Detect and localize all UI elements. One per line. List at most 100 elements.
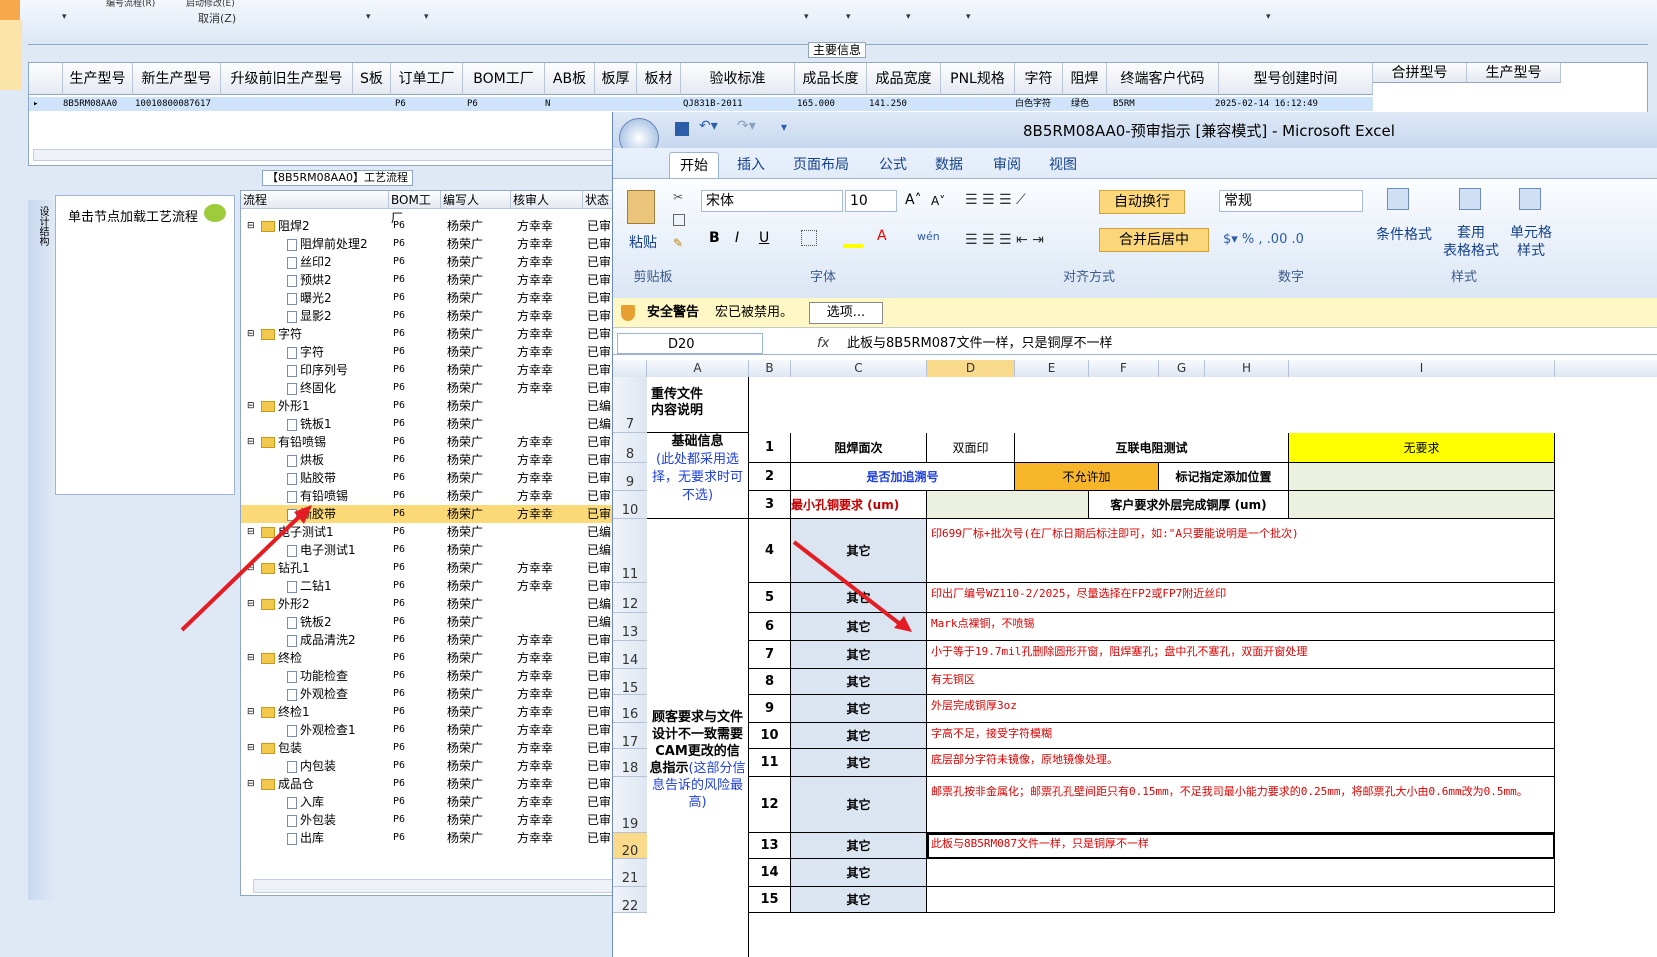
- row-header[interactable]: 12: [613, 583, 647, 613]
- col-header[interactable]: 成品长度: [795, 63, 867, 95]
- tab-insert[interactable]: 插入: [727, 152, 775, 178]
- tree-row[interactable]: 包装 P6 杨荣广 方幸幸 已审 ⊟: [241, 739, 619, 757]
- tree-header-bom[interactable]: BOM工厂: [389, 191, 441, 225]
- cell-styles-button[interactable]: 单元格 样式: [1507, 224, 1555, 260]
- paste-icon[interactable]: [627, 190, 655, 224]
- col-header[interactable]: 验收标准: [681, 63, 795, 95]
- font-color-icon[interactable]: A: [877, 228, 887, 244]
- tree-node-label[interactable]: 包装: [261, 739, 302, 757]
- col-D[interactable]: D: [927, 360, 1015, 377]
- formula-input[interactable]: 此板与8B5RM087文件一样，只是铜厚不一样: [847, 333, 1647, 355]
- cell-req-number[interactable]: 9: [749, 695, 791, 723]
- tree-node-label[interactable]: 有铅喷锡: [287, 487, 348, 505]
- row-header[interactable]: 10: [613, 491, 647, 519]
- tree-node-label[interactable]: 铣板2: [287, 613, 332, 631]
- tree-node-label[interactable]: 入库: [287, 793, 324, 811]
- font-size-select[interactable]: 10: [845, 190, 897, 212]
- format-table-button[interactable]: 套用 表格格式: [1433, 224, 1509, 260]
- cell-req-type[interactable]: 其它: [791, 695, 927, 723]
- cell-req-number[interactable]: 11: [749, 749, 791, 777]
- cell-req-type[interactable]: 其它: [791, 613, 927, 641]
- tab-formulas[interactable]: 公式: [869, 152, 917, 178]
- col-header[interactable]: 终端客户代码: [1107, 63, 1219, 95]
- tree-node-label[interactable]: 铣板1: [287, 415, 332, 433]
- cell-req-text[interactable]: 底层部分字符未镜像，原地镜像处理。: [927, 749, 1555, 777]
- row-header[interactable]: 22: [613, 887, 647, 914]
- cell-req-text[interactable]: 小于等于19.7mil孔删除圆形开窗，阻焊塞孔；盘中孔不塞孔，双面开窗处理: [927, 641, 1555, 669]
- row-header[interactable]: 15: [613, 669, 647, 696]
- tree-node-label[interactable]: 印序列号: [287, 361, 348, 379]
- row-header[interactable]: 7: [613, 377, 647, 433]
- font-name-select[interactable]: 宋体: [701, 190, 843, 212]
- collapse-icon[interactable]: ⊟: [247, 523, 255, 541]
- worksheet[interactable]: 7 8 9 10 11 12 13 14 15 16 17 18 19 20 2…: [613, 377, 1657, 957]
- tab-review[interactable]: 审阅: [983, 152, 1031, 178]
- tree-node-label[interactable]: 钻孔1: [261, 559, 310, 577]
- tree-node-label[interactable]: 二钻1: [287, 577, 332, 595]
- cell-req-number[interactable]: 8: [749, 669, 791, 695]
- col-H[interactable]: H: [1205, 360, 1289, 377]
- conditional-format-button[interactable]: 条件格式: [1369, 224, 1439, 244]
- cut-icon[interactable]: ✂: [673, 190, 683, 204]
- col-header[interactable]: 生产型号: [63, 63, 133, 95]
- dropdown-arrow-icon[interactable]: ▾: [804, 12, 809, 22]
- toolbar-item-number[interactable]: 编号流程(R): [106, 0, 155, 9]
- col-header-extra[interactable]: 合拼型号: [1373, 63, 1467, 83]
- cell-styles-icon[interactable]: [1519, 188, 1541, 210]
- tab-data[interactable]: 数据: [925, 152, 973, 178]
- cell-r2i[interactable]: [1289, 463, 1555, 491]
- cell-a8[interactable]: 基础信息 (此处都采用选择，无要求时可不选): [647, 433, 749, 519]
- col-header[interactable]: 型号创建时间: [1219, 63, 1373, 95]
- col-header[interactable]: 阻焊: [1063, 63, 1107, 95]
- save-icon[interactable]: [675, 122, 689, 136]
- cell-req-type[interactable]: 其它: [791, 669, 927, 695]
- cell-req-type[interactable]: 其它: [791, 749, 927, 777]
- cell-req-type[interactable]: 其它: [791, 641, 927, 669]
- collapse-icon[interactable]: ⊟: [247, 775, 255, 793]
- cell-r1c[interactable]: 阻焊面次: [791, 433, 927, 463]
- cell-req-type[interactable]: 其它: [791, 859, 927, 887]
- col-header-extra[interactable]: 生产型号: [1467, 63, 1561, 83]
- tree-row[interactable]: 外观检查 P6 杨荣广 方幸幸 已审: [241, 685, 619, 703]
- dropdown-arrow-icon[interactable]: ▾: [366, 12, 371, 22]
- dropdown-arrow-icon[interactable]: ▾: [906, 12, 911, 22]
- cell-r1i[interactable]: 无要求: [1289, 433, 1555, 463]
- customize-qat-icon[interactable]: ▾: [781, 120, 787, 134]
- tree-row[interactable]: 成品清洗2 P6 杨荣广 方幸幸 已审: [241, 631, 619, 649]
- collapse-icon[interactable]: ⊟: [247, 595, 255, 613]
- cell-r3d[interactable]: [927, 491, 1089, 519]
- tree-row[interactable]: 二钻1 P6 杨荣广 方幸幸 已审: [241, 577, 619, 595]
- tree-row[interactable]: 外包装 P6 杨荣广 方幸幸 已审: [241, 811, 619, 829]
- cell-r3c[interactable]: 最小孔铜要求 (um): [791, 491, 927, 519]
- tree-node-label[interactable]: 成品仓: [261, 775, 314, 793]
- cell-r1d[interactable]: 双面印: [927, 433, 1015, 463]
- tree-row[interactable]: 外观检查1 P6 杨荣广 方幸幸 已审: [241, 721, 619, 739]
- col-header[interactable]: 板厚: [595, 63, 637, 95]
- tree-row[interactable]: 成品仓 P6 杨荣广 方幸幸 已审 ⊟: [241, 775, 619, 793]
- cell-req-number[interactable]: 7: [749, 641, 791, 669]
- tree-row[interactable]: 曝光2 P6 杨荣广 方幸幸 已审: [241, 289, 619, 307]
- fill-color-icon[interactable]: [843, 244, 863, 248]
- tree-node-label[interactable]: 有铅喷锡: [261, 433, 326, 451]
- phonetic-icon[interactable]: wén: [917, 230, 940, 243]
- cell-req-number[interactable]: 15: [749, 887, 791, 913]
- row-header[interactable]: 14: [613, 641, 647, 669]
- collapse-icon[interactable]: ⊟: [247, 325, 255, 343]
- dropdown-arrow-icon[interactable]: ▾: [966, 12, 971, 22]
- col-header[interactable]: AB板: [545, 63, 595, 95]
- tree-row[interactable]: 字符 P6 杨荣广 方幸幸 已审: [241, 343, 619, 361]
- tab-page-layout[interactable]: 页面布局: [783, 152, 859, 178]
- col-G[interactable]: G: [1159, 360, 1205, 377]
- row-header[interactable]: 17: [613, 723, 647, 750]
- tab-view[interactable]: 视图: [1039, 152, 1087, 178]
- cell-r3f[interactable]: 客户要求外层完成铜厚 (um): [1089, 491, 1289, 519]
- tree-row[interactable]: 贴胶带 P6 杨荣广 方幸幸 已审: [241, 469, 619, 487]
- row-header[interactable]: 16: [613, 695, 647, 723]
- collapse-icon[interactable]: ⊟: [247, 217, 255, 235]
- tree-node-label[interactable]: 贴胶带: [287, 469, 336, 487]
- dropdown-arrow-icon[interactable]: ▾: [846, 12, 851, 22]
- col-header[interactable]: 字符: [1015, 63, 1063, 95]
- cell-req-text[interactable]: Mark点裸铜，不喷锡: [927, 613, 1555, 641]
- col-B[interactable]: B: [749, 360, 791, 377]
- cell-r3i[interactable]: [1289, 491, 1555, 519]
